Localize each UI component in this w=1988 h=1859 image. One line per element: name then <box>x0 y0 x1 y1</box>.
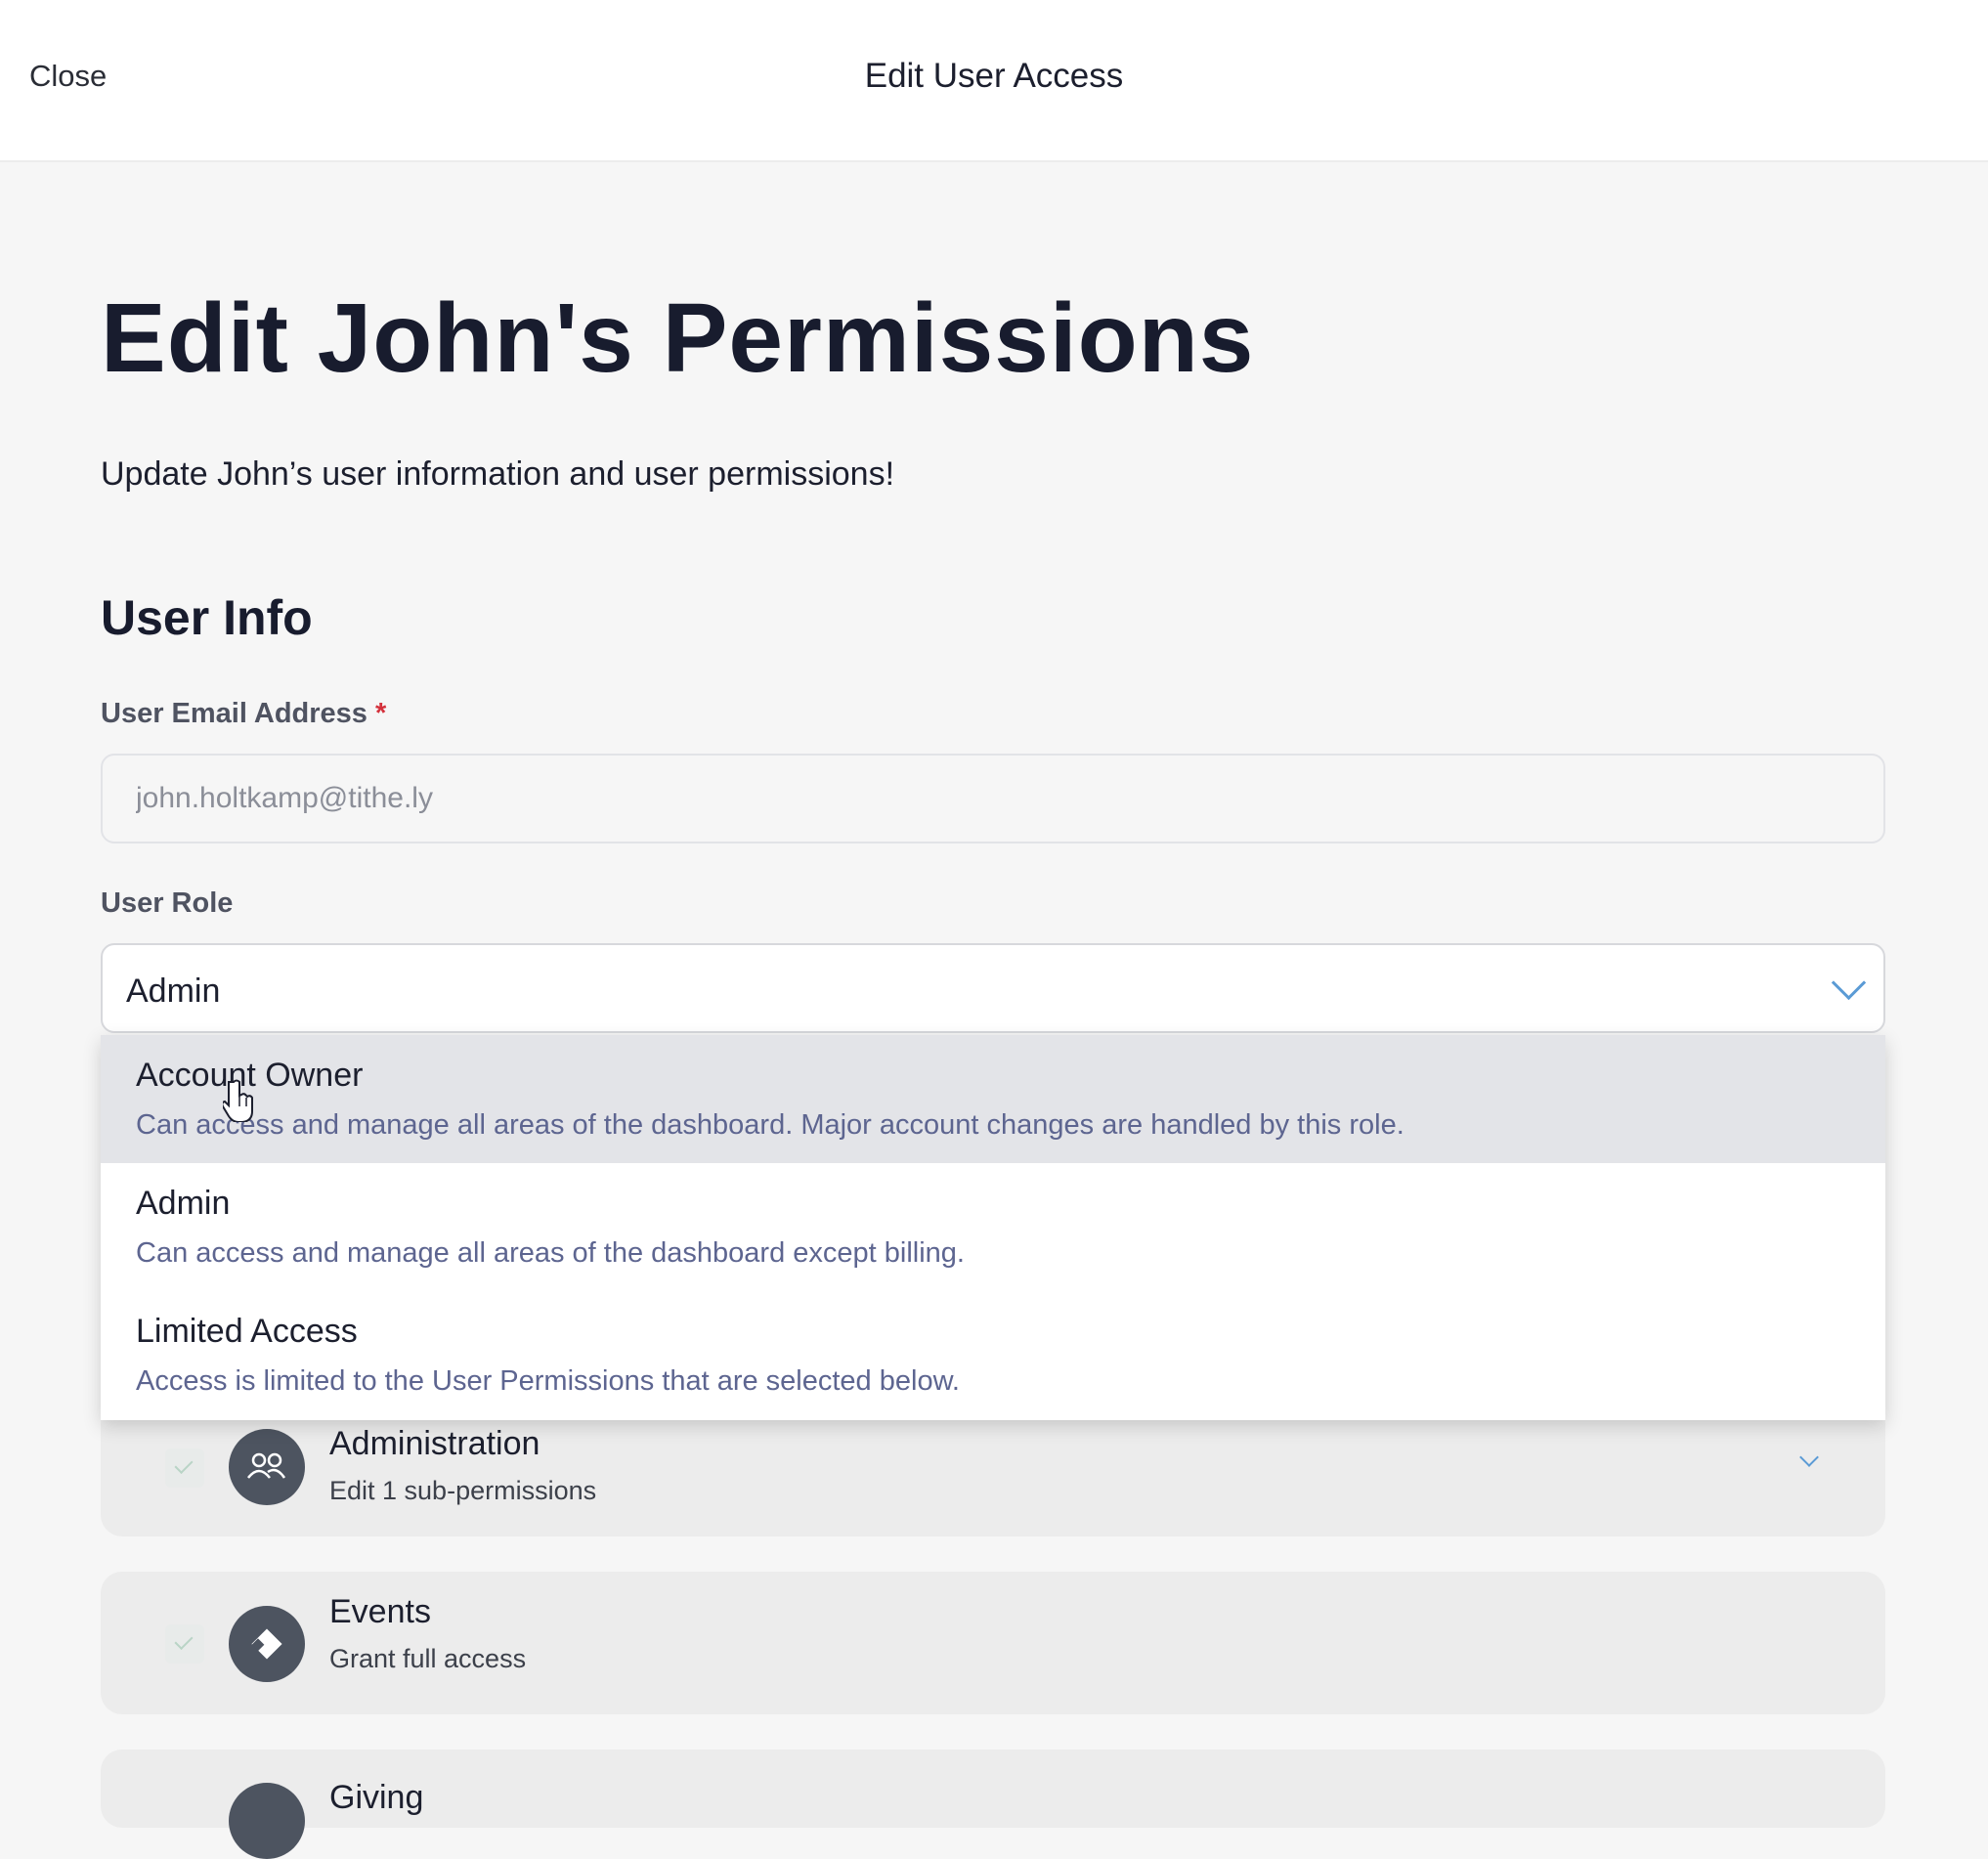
giving-icon <box>229 1783 305 1859</box>
checkbox-events[interactable] <box>165 1624 204 1664</box>
role-option-description: Can access and manage all areas of the d… <box>136 1109 1405 1141</box>
chevron-down-icon[interactable] <box>1799 1448 1819 1467</box>
role-option-title: Admin <box>136 1185 231 1222</box>
permission-subtitle: Grant full access <box>329 1644 527 1673</box>
modal-title: Edit User Access <box>864 57 1124 95</box>
user-role-selected-value: Admin <box>126 973 221 1010</box>
permission-subtitle: Edit 1 sub-permissions <box>329 1476 597 1505</box>
users-icon <box>229 1429 305 1505</box>
email-label-text: User Email Address <box>101 698 367 729</box>
permission-card-events[interactable]: Events Grant full access <box>101 1572 1885 1714</box>
email-field-label: User Email Address * <box>101 698 386 730</box>
page-title: Edit John's Permissions <box>101 283 1255 393</box>
permission-title: Administration <box>329 1425 540 1462</box>
required-marker: * <box>374 698 387 729</box>
user-role-dropdown: Account Owner Can access and manage all … <box>101 1035 1885 1420</box>
role-option-description: Access is limited to the User Permission… <box>136 1365 960 1397</box>
page-subtitle: Update John’s user information and user … <box>101 455 895 493</box>
role-option-admin[interactable]: Admin Can access and manage all areas of… <box>101 1163 1885 1291</box>
role-option-account-owner[interactable]: Account Owner Can access and manage all … <box>101 1035 1885 1163</box>
hand-cursor-icon <box>223 1079 253 1122</box>
permission-title: Events <box>329 1593 431 1630</box>
role-option-title: Limited Access <box>136 1313 358 1350</box>
permission-title: Giving <box>329 1779 424 1816</box>
role-field-label: User Role <box>101 887 234 919</box>
top-bar: Close Edit User Access <box>0 0 1988 162</box>
role-option-description: Can access and manage all areas of the d… <box>136 1237 965 1269</box>
user-role-select[interactable]: Admin <box>101 943 1885 1033</box>
chevron-down-icon <box>1831 965 1867 1001</box>
ticket-icon <box>229 1606 305 1682</box>
email-field[interactable] <box>101 754 1885 843</box>
permission-card-giving[interactable]: Giving <box>101 1750 1885 1859</box>
role-option-limited-access[interactable]: Limited Access Access is limited to the … <box>101 1291 1885 1419</box>
checkbox-administration[interactable] <box>165 1448 204 1488</box>
section-title-user-info: User Info <box>101 590 313 645</box>
